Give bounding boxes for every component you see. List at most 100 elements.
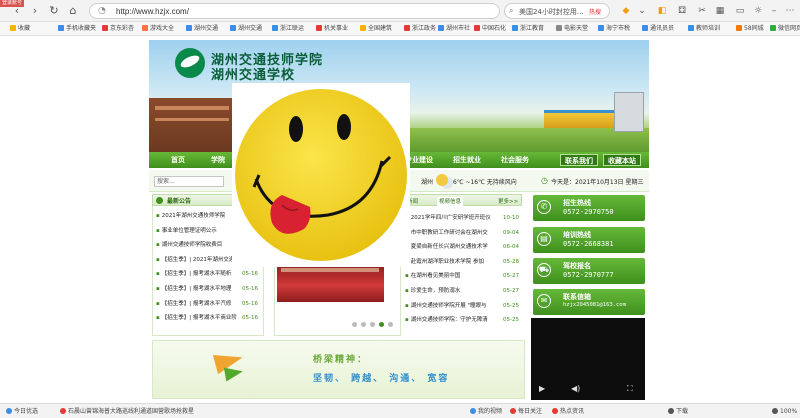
apps-icon[interactable]: ⚃ (676, 5, 688, 17)
volume-icon[interactable]: ◀) (571, 384, 580, 393)
slide-dot[interactable] (388, 322, 393, 327)
shield-icon[interactable]: ◆ (620, 5, 632, 17)
news-item[interactable]: ▪夏梁自新任长兴湖州交通技术学 (405, 242, 499, 253)
news-item[interactable]: ▪ 珍爱生命，预防溺水 (405, 286, 499, 297)
fullscreen-icon[interactable]: ⛶ (627, 384, 633, 394)
notice-item[interactable]: ▪ 【招生季】| 报考湖水平汽修 (156, 299, 240, 310)
forward-icon[interactable]: › (28, 4, 42, 18)
bookmark-item[interactable]: 收藏 (10, 24, 30, 34)
bookmark-favicon-icon (186, 25, 192, 31)
notice-item[interactable]: ▪ 【招生季】| 2021年湖州交通 (156, 255, 240, 266)
status-item-icon (552, 408, 558, 414)
bookmark-item[interactable]: 通讯员员 (642, 24, 674, 34)
login-badge[interactable]: 登录账号 (0, 0, 24, 7)
hotline-card[interactable]: ⛟ 驾校报名 0572-2970777 (533, 258, 645, 284)
cut-icon[interactable]: ✂ (696, 5, 708, 17)
browser-search-box[interactable]: ⌕ 美国24小时封控用... 热搜 (504, 3, 610, 19)
bookmark-item[interactable]: 湖州交通 (230, 24, 262, 34)
hot-search-badge[interactable]: 热搜 (589, 7, 601, 16)
play-icon[interactable]: ▶ (539, 384, 545, 393)
bookmark-item[interactable]: 浙江联运 (272, 24, 304, 34)
news-ticker[interactable]: 石晨山曾锦海普大路巡线利通道国营歌场抢救星 (60, 407, 194, 416)
bookmark-label: 浙江教育 (520, 25, 545, 32)
address-bar[interactable]: ◔ http://www.hzjx.com/ (89, 3, 500, 19)
slide-dot[interactable] (352, 322, 357, 327)
bookmark-label: 浙江联运 (280, 25, 305, 32)
status-item[interactable]: 热点资讯 (552, 407, 584, 416)
bookmark-item[interactable]: 全国建筑 (360, 24, 392, 34)
bookmark-item[interactable]: 浙江教育 (512, 24, 544, 34)
minimize-icon[interactable]: – (768, 5, 780, 17)
status-item-icon (668, 408, 674, 414)
news-more-link[interactable]: 更多>> (498, 197, 518, 205)
slide-dot[interactable] (370, 322, 375, 327)
status-item[interactable]: 每日关注 (510, 407, 542, 416)
status-item[interactable]: 我的视频 (470, 407, 502, 416)
notice-item[interactable]: ▪ 事业单位管理证明公示 (156, 226, 240, 237)
bookmark-item[interactable]: 海宁市税 (598, 24, 630, 34)
news-item[interactable]: ▪ 湖州交通技师学院：守护无障清 (405, 315, 499, 326)
nav-home[interactable]: 首页 (171, 152, 185, 168)
hotline-card[interactable]: ✉ 联系信箱 hzjx2045081@163.com (533, 289, 645, 315)
nav-college[interactable]: 学院 (211, 152, 225, 168)
status-item-label: 每日关注 (518, 408, 543, 415)
notice-item[interactable]: ▪ 湖州交通技师学院收费目 (156, 240, 240, 251)
bookmark-site-button[interactable]: 收藏本站 (603, 154, 641, 166)
news-item[interactable]: ▪赴霞州湖洋职业技术学院 参加 (405, 257, 499, 268)
status-item-label: 我的视频 (478, 408, 503, 415)
news-item-text: 湖州交通技师学院：守护无障清 (410, 317, 488, 324)
bookmark-item[interactable]: 58同城 (736, 24, 764, 34)
date-text: 今天是：2021年10月13日 星期三 (551, 179, 644, 186)
address-url[interactable]: http://www.hzjx.com/ (116, 7, 189, 16)
bullet-icon: ▪ (156, 242, 160, 249)
bookmark-item[interactable]: 电影天堂 (556, 24, 588, 34)
paper-plane-small-icon (223, 364, 245, 382)
slide-dot[interactable] (379, 322, 384, 327)
status-item[interactable]: 100% (772, 407, 797, 416)
search-text[interactable]: 美国24小时封控用... (519, 7, 584, 17)
video-player[interactable]: ▶ ◀) ⛶ (531, 318, 645, 400)
nav-admission[interactable]: 招生就业 (453, 152, 481, 168)
slide-dot[interactable] (361, 322, 366, 327)
hotline-card[interactable]: ✆ 招生热线 0572-2970750 (533, 195, 645, 221)
more-icon[interactable]: ⋯ (784, 5, 796, 17)
menu-icon[interactable]: ⌄ (636, 5, 648, 17)
site-search-input[interactable]: 搜索... (154, 176, 224, 187)
news-item[interactable]: ▪ 湖州交通技师学院开展 "瞳眼与 (405, 301, 499, 312)
news-item-date: 05-25 (503, 317, 519, 324)
hotline-title: 培训热线 (563, 231, 591, 239)
bookmark-label: 手机收藏夹 (66, 25, 97, 32)
contact-us-button[interactable]: 联系我们 (560, 154, 598, 166)
today-picks[interactable]: 今日优选 (6, 407, 38, 416)
bookmark-item[interactable]: 京东彩杏 (102, 24, 134, 34)
bookmark-favicon-icon (474, 25, 480, 31)
bookmark-item[interactable]: 微信网页 (770, 24, 800, 34)
notice-item[interactable]: ▪ 2021年湖州交通技师学院 (156, 211, 240, 222)
notice-item[interactable]: ▪ 【招生季】| 报考湖水平商业阶 (156, 313, 240, 324)
reload-icon[interactable]: ↻ (47, 4, 61, 18)
bookmark-item[interactable]: 手机收藏夹 (58, 24, 96, 34)
home-icon[interactable]: ⌂ (66, 4, 80, 18)
news-item[interactable]: ▪市中职教研工作研讨会在湖州交 (405, 228, 499, 239)
bookmark-item[interactable]: 湖州交通 (186, 24, 218, 34)
hotline-card[interactable]: ▤ 培训热线 0572-2668381 (533, 227, 645, 253)
secure-icon: ◔ (98, 6, 106, 16)
notice-item[interactable]: ▪ 【招生季】| 报考湖水平随析 (156, 269, 240, 280)
nav-services[interactable]: 社会服务 (501, 152, 529, 168)
grid-icon[interactable]: ▦ (714, 5, 726, 17)
bookmark-item[interactable]: 机关事业 (316, 24, 348, 34)
bookmark-item[interactable]: 教师培训 (688, 24, 720, 34)
screen-icon[interactable]: ▭ (734, 5, 746, 17)
bookmark-item[interactable]: 湖州市社 (438, 24, 470, 34)
notice-title[interactable]: 最新公告 (167, 196, 191, 205)
bookmark-item[interactable]: 中国石化 (474, 24, 506, 34)
bookmark-item[interactable]: 浙江政务 (404, 24, 436, 34)
extension-icon[interactable]: ◧ (656, 5, 668, 17)
tab-video-info[interactable]: 视频信息 (437, 197, 464, 207)
status-item[interactable]: 下载 (668, 407, 688, 416)
news-item[interactable]: ▪ 在湖州看见美丽中国 (405, 271, 499, 282)
notice-item[interactable]: ▪ 【招生季】| 报考湖水平地理 (156, 284, 240, 295)
settings-icon[interactable]: ☼ (752, 5, 764, 17)
news-item[interactable]: ▪2021学年四川广安研学班开班仪 (405, 213, 499, 224)
bookmark-item[interactable]: 游戏大全 (142, 24, 174, 34)
